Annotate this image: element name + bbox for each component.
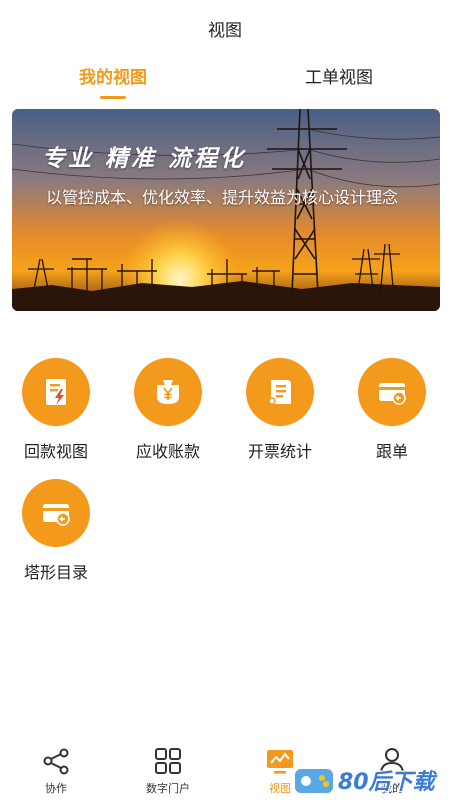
feature-label: 跟单: [375, 442, 408, 461]
grid-apps-icon: [155, 748, 181, 774]
nav-label: 数字门户: [146, 782, 190, 795]
tab-my-views[interactable]: 我的视图: [33, 62, 193, 106]
feature-tower-catalog[interactable]: 塔形目录: [0, 471, 112, 589]
game-controller-logo-icon: [293, 767, 335, 795]
scroll-receipt-icon: [246, 358, 314, 426]
feature-label: 回款视图: [23, 442, 88, 461]
feature-invoice-stats[interactable]: 开票统计: [224, 350, 336, 468]
tab-my-views-label: 我的视图: [79, 68, 147, 88]
feature-label: 应收账款: [135, 442, 200, 461]
card-arrow-icon: [22, 479, 90, 547]
nav-item-digital-portal[interactable]: 数字门户: [112, 740, 224, 800]
feature-payment-view[interactable]: 回款视图: [0, 350, 112, 468]
yen-bag-icon: [134, 358, 202, 426]
feature-label: 开票统计: [247, 442, 312, 461]
document-lightning-icon: [22, 358, 90, 426]
share-nodes-icon: [43, 748, 69, 775]
feature-accounts-receivable[interactable]: 应收账款: [112, 350, 224, 468]
view-tabs: 我的视图 工单视图: [0, 62, 450, 106]
tab-work-order-views[interactable]: 工单视图: [259, 62, 419, 106]
promo-banner[interactable]: 专业 精准 流程化 以管控成本、优化效率、提升效益为核心设计理念: [12, 109, 440, 311]
active-tab-indicator: [100, 96, 126, 99]
card-arrow-icon: [358, 358, 426, 426]
nav-item-collaboration[interactable]: 协作: [0, 740, 112, 800]
watermark: 80后下载: [290, 762, 450, 800]
nav-label: 协作: [45, 782, 67, 795]
app-header: 视图: [0, 0, 450, 56]
banner-subtitle: 以管控成本、优化效率、提升效益为核心设计理念: [46, 188, 399, 207]
tab-work-order-views-label: 工单视图: [305, 68, 373, 88]
watermark-text: 80后下载: [338, 770, 435, 795]
page-title: 视图: [208, 20, 242, 41]
banner-headline: 专业 精准 流程化: [42, 146, 247, 172]
feature-label: 塔形目录: [23, 563, 88, 582]
feature-follow-up[interactable]: 跟单: [336, 350, 448, 468]
